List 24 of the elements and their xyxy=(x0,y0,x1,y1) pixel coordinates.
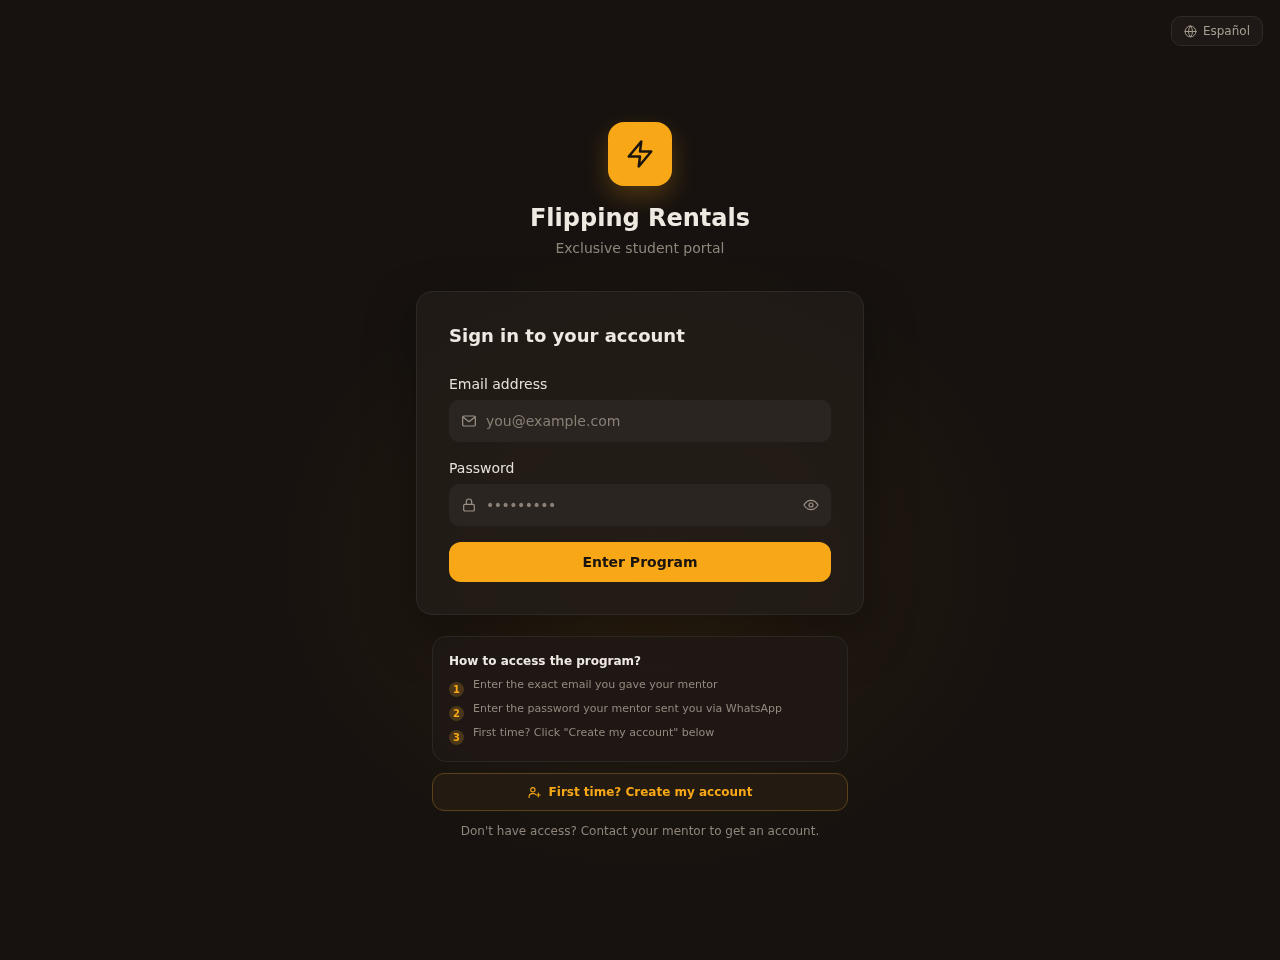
globe-icon xyxy=(1183,24,1197,38)
create-account-button[interactable]: First time? Create my account xyxy=(432,773,848,811)
help-heading: How to access the program? xyxy=(449,653,643,669)
app-tagline: Exclusive student portal xyxy=(555,239,725,257)
footer-note: Don't have access? Contact your mentor to get an account. xyxy=(460,823,820,839)
lock-icon xyxy=(461,497,477,513)
field-label: Password xyxy=(449,459,516,478)
app-title: Flipping Rentals xyxy=(529,203,751,234)
sign-in-heading: Sign in to your account xyxy=(449,324,686,348)
enter-program-button[interactable]: Enter Program xyxy=(449,542,831,582)
language-button[interactable]: Español xyxy=(1170,16,1263,46)
email-field[interactable]: you@example.com xyxy=(449,400,831,442)
step-text: First time? Click "Create my account" below xyxy=(473,726,715,740)
field-label: Email address xyxy=(449,375,549,394)
step-number: 1 xyxy=(449,681,464,697)
step-text: Enter the password your mentor sent you via WhatsApp xyxy=(473,702,782,716)
step-text: Enter the exact email you gave your mentor xyxy=(473,678,718,692)
eye-icon[interactable] xyxy=(803,498,819,512)
lightning-logo-icon xyxy=(608,122,672,186)
user-plus-icon xyxy=(527,785,541,799)
mail-icon xyxy=(461,413,477,429)
password-field[interactable]: ••••••••• xyxy=(449,484,831,526)
step-number: 2 xyxy=(449,705,464,721)
step-number: 3 xyxy=(449,729,464,745)
